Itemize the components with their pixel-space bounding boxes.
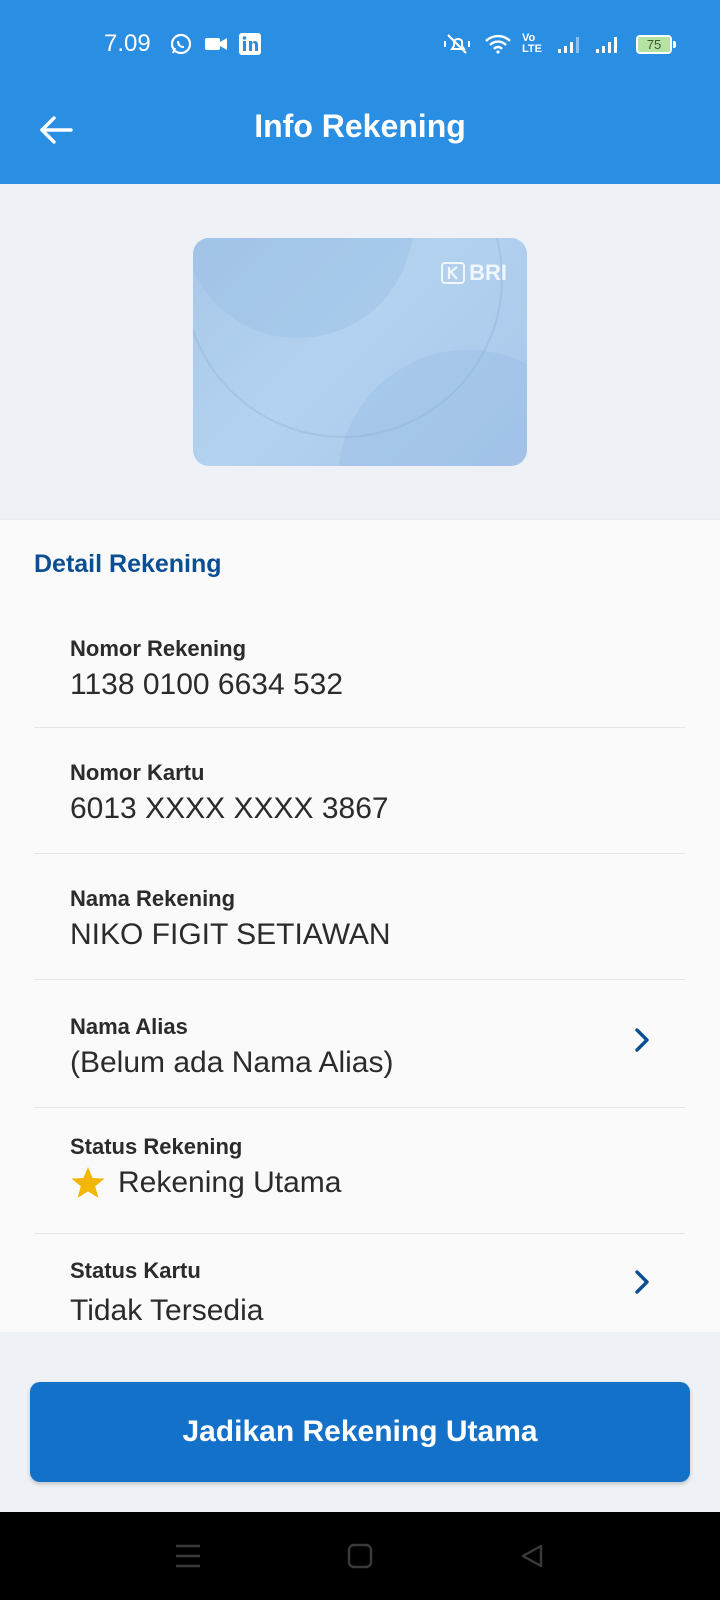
app-bar: 7.09 Vo LTE 75 Info Rekening: [0, 0, 720, 184]
row-label: Nama Rekening: [70, 886, 236, 911]
status-bar: 7.09 Vo LTE 75: [0, 0, 720, 90]
row-value: 1138 0100 6634 532: [70, 668, 344, 701]
row-status-kartu[interactable]: Status Kartu Tidak Tersedia: [34, 1234, 685, 1332]
status-time: 7.09: [104, 30, 151, 57]
row-label: Status Rekening: [70, 1134, 243, 1159]
row-label: Nama Alias: [70, 1014, 188, 1039]
volte-icon: Vo LTE: [522, 32, 542, 55]
video-icon: [203, 32, 229, 56]
linkedin-icon: [238, 32, 262, 56]
screen: 7.09 Vo LTE 75 Info Rekening BRI Detail …: [0, 0, 720, 1600]
row-value: (Belum ada Nama Alias): [70, 1046, 394, 1079]
row-status-rekening[interactable]: Status Rekening Rekening Utama: [34, 1108, 685, 1234]
status-rekening-value: Rekening Utama: [118, 1166, 342, 1199]
row-label: Nomor Rekening: [70, 636, 247, 661]
wifi-icon: [484, 32, 512, 56]
back-triangle-icon[interactable]: [510, 1534, 554, 1578]
row-value: 6013 XXXX XXXX 3867: [70, 792, 389, 825]
detail-panel: Detail Rekening Nomor Rekening 1138 0100…: [0, 520, 720, 1332]
section-title: Detail Rekening: [34, 550, 222, 578]
signal-icon: [594, 32, 622, 56]
set-main-account-button[interactable]: Jadikan Rekening Utama: [30, 1382, 690, 1482]
whatsapp-icon: [169, 32, 193, 56]
menu-icon[interactable]: [166, 1534, 210, 1578]
page-title: Info Rekening: [254, 108, 466, 144]
row-nama-rekening[interactable]: Nama Rekening NIKO FIGIT SETIAWAN: [34, 854, 685, 980]
bri-logo-mark: [441, 262, 466, 284]
row-value: NIKO FIGIT SETIAWAN: [70, 918, 391, 951]
row-nomor-rekening[interactable]: Nomor Rekening 1138 0100 6634 532: [34, 612, 685, 728]
bank-card: BRI: [193, 238, 527, 466]
row-label: Status Kartu: [70, 1258, 201, 1283]
system-nav-bar: [0, 1512, 720, 1600]
bri-logo-text: BRI: [469, 260, 507, 285]
mute-icon: [442, 32, 472, 56]
chevron-right-icon[interactable]: [630, 1266, 654, 1298]
row-value: Tidak Tersedia: [70, 1294, 264, 1327]
home-icon[interactable]: [338, 1534, 382, 1578]
star-icon: [71, 1167, 105, 1198]
cta-area: Jadikan Rekening Utama: [0, 1332, 720, 1512]
row-label: Nomor Kartu: [70, 760, 205, 785]
card-area: BRI: [0, 184, 720, 520]
battery-tip: [673, 41, 676, 48]
bri-logo: BRI: [441, 260, 507, 286]
row-nama-alias[interactable]: Nama Alias (Belum ada Nama Alias): [34, 980, 685, 1108]
chevron-right-icon[interactable]: [630, 1024, 654, 1056]
battery-icon: 75: [636, 35, 672, 54]
row-value-status: Rekening Utama: [70, 1166, 341, 1200]
row-nomor-kartu[interactable]: Nomor Kartu 6013 XXXX XXXX 3867: [34, 728, 685, 854]
signal-icon: [556, 32, 584, 56]
